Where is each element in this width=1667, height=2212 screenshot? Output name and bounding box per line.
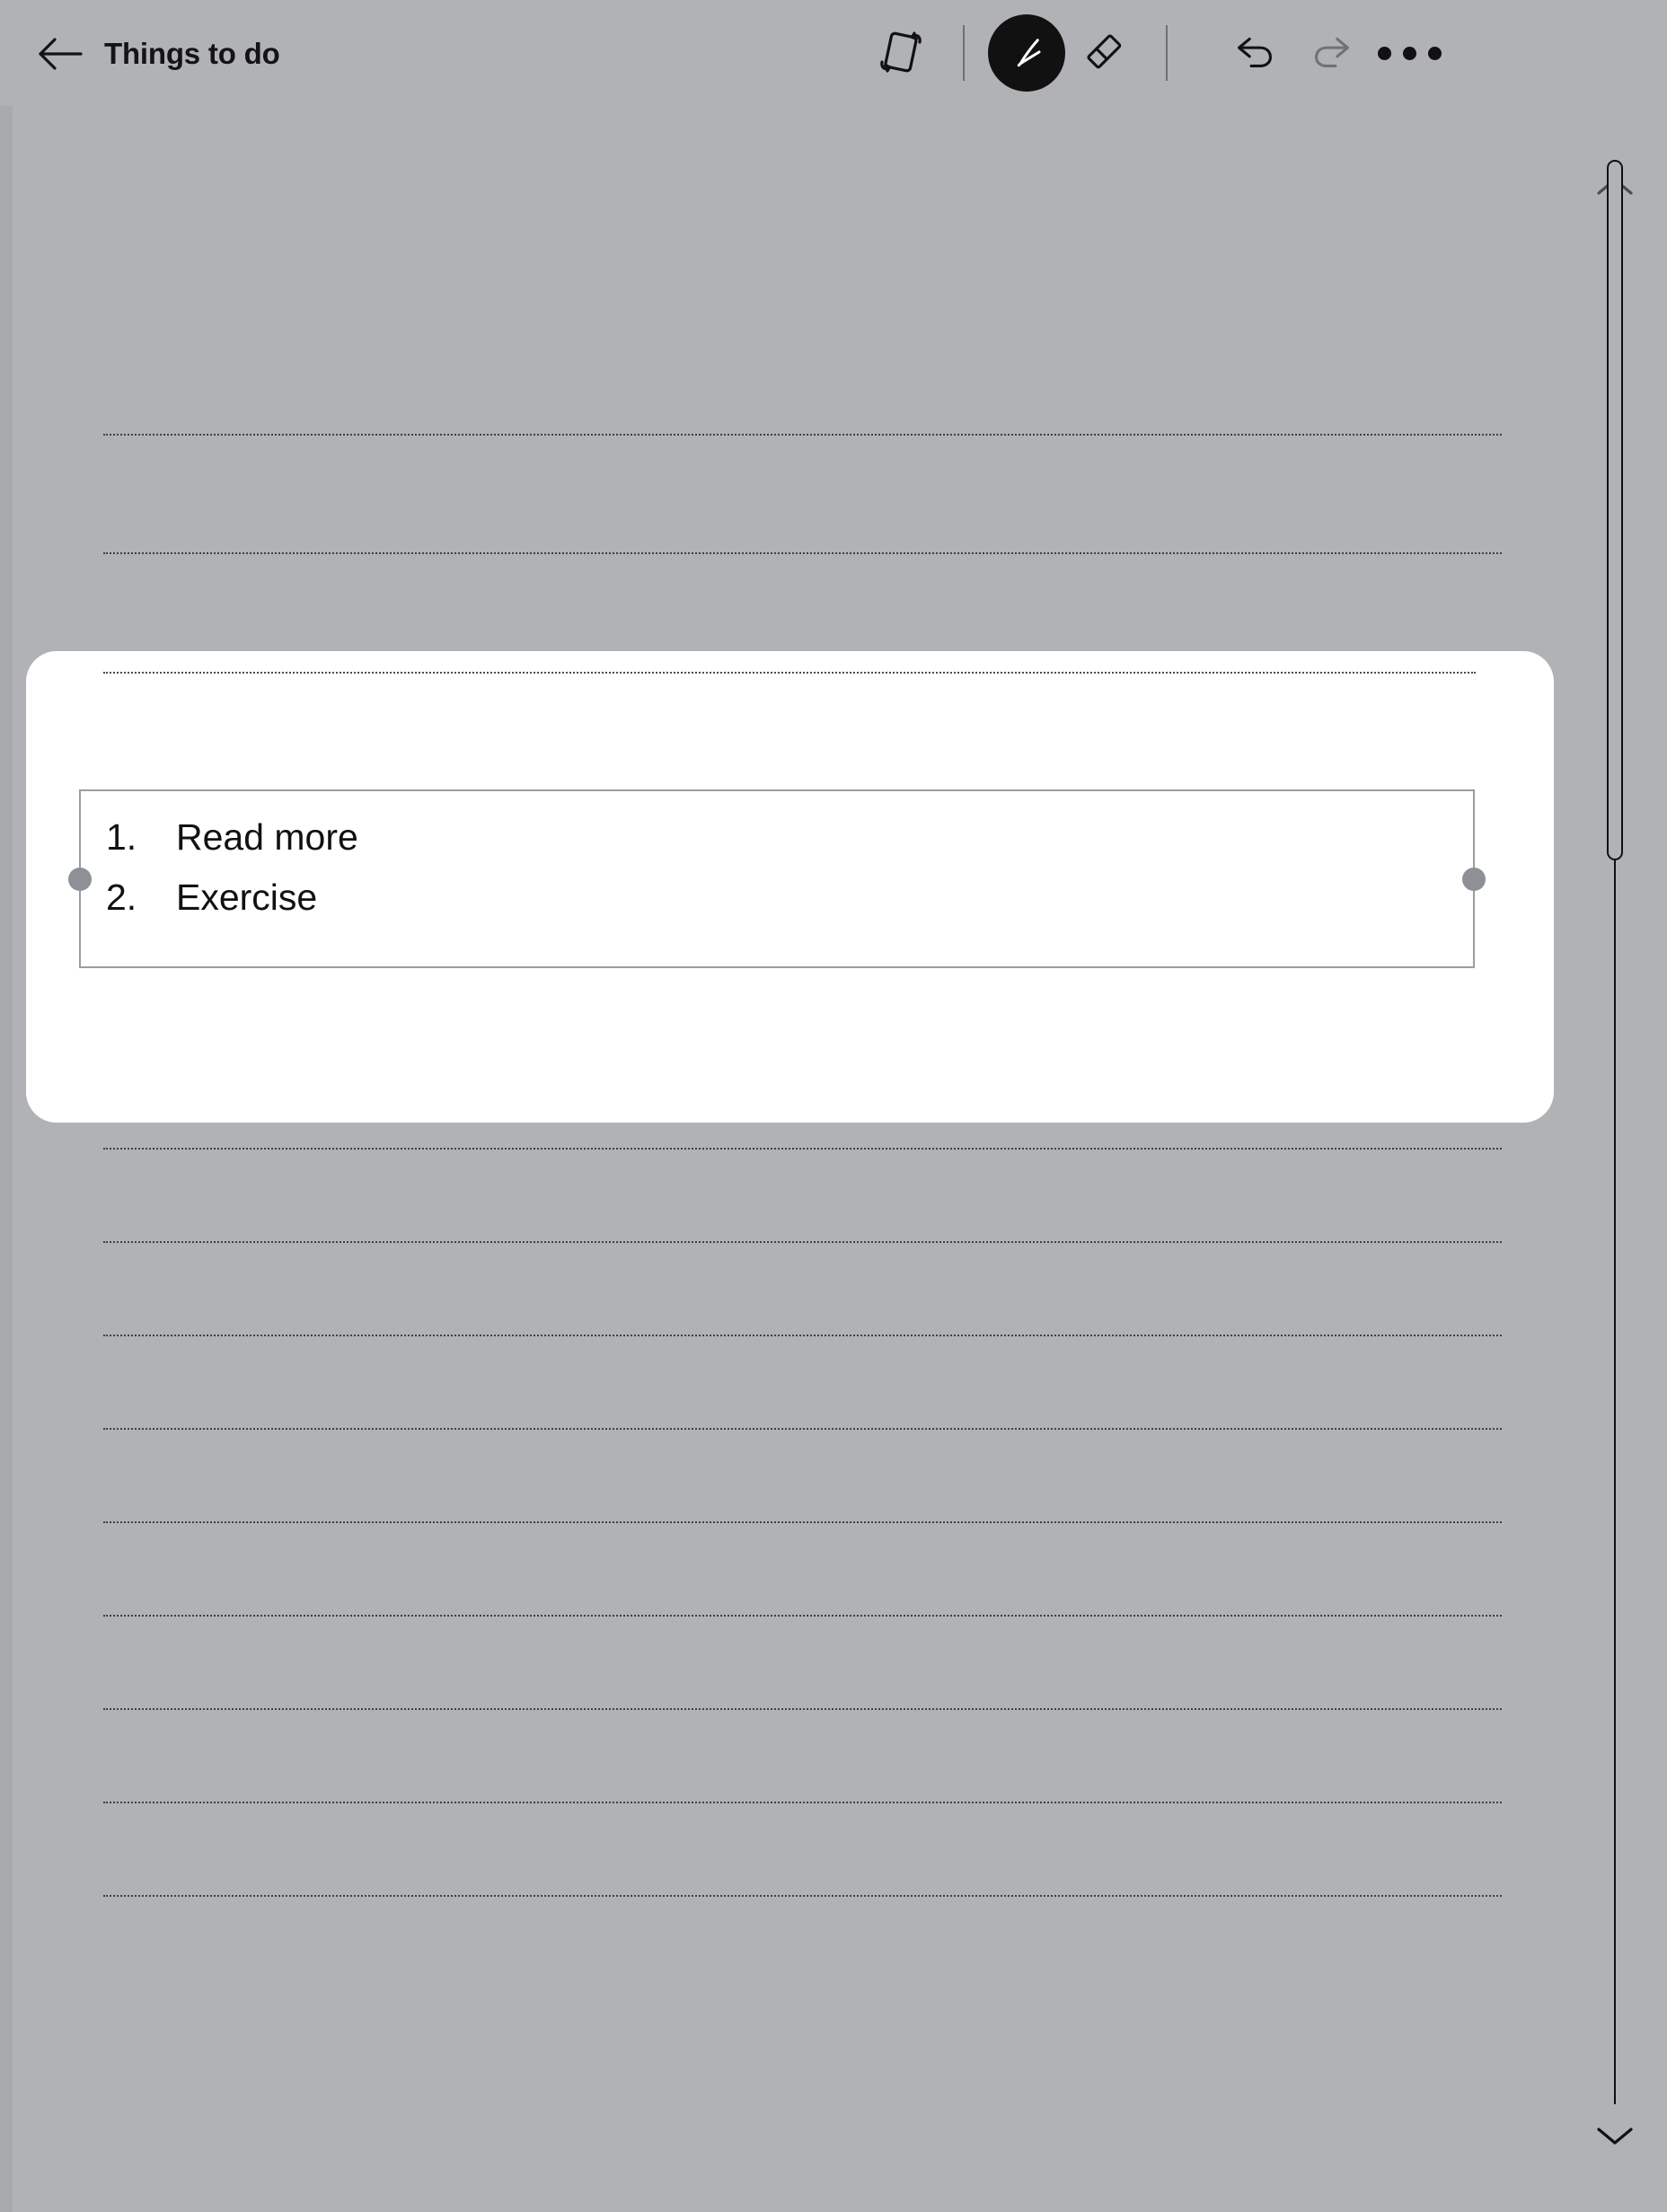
redo-button[interactable] — [1293, 14, 1371, 92]
ruled-line — [103, 1335, 1502, 1336]
more-options-button[interactable] — [1371, 14, 1448, 92]
notebook-page[interactable] — [0, 106, 1563, 2212]
ruled-line — [103, 1708, 1502, 1710]
chevron-down-icon[interactable] — [1594, 2122, 1636, 2149]
toolbar-left-group: Things to do — [38, 36, 280, 72]
ruled-line-on-card — [103, 672, 1476, 674]
ruled-line — [103, 1241, 1502, 1243]
list-item-text: Exercise — [176, 877, 318, 918]
redo-icon — [1304, 23, 1360, 84]
scrollbar[interactable] — [1563, 106, 1667, 2212]
list-item[interactable]: 1. Read more — [106, 816, 358, 877]
back-arrow-icon[interactable] — [38, 36, 84, 72]
ruled-line — [103, 1148, 1502, 1150]
selection-handle-left[interactable] — [68, 867, 92, 891]
rotate-page-icon — [872, 22, 930, 84]
scroll-thumb[interactable] — [1607, 160, 1623, 860]
pen-tool-button[interactable] — [988, 14, 1065, 92]
rotate-page-button[interactable] — [862, 14, 939, 92]
undo-button[interactable] — [1216, 14, 1293, 92]
toolbar-divider-2 — [1166, 25, 1168, 81]
list-item-number: 1. — [106, 816, 137, 858]
toolbar-divider-1 — [963, 25, 965, 81]
more-options-icon — [1427, 46, 1442, 60]
pen-icon — [1001, 26, 1052, 81]
eraser-icon — [1076, 23, 1132, 84]
text-selection-box[interactable]: 1. Read more 2. Exercise — [68, 789, 1486, 968]
list-item-number: 2. — [106, 877, 137, 918]
converted-text-card[interactable]: 1. Read more 2. Exercise — [26, 651, 1554, 1123]
ruled-line — [103, 552, 1502, 554]
ruled-line — [103, 1615, 1502, 1617]
page-title: Things to do — [104, 37, 280, 70]
list-item[interactable]: 2. Exercise — [106, 877, 358, 937]
top-toolbar: Things to do — [0, 0, 1667, 106]
undo-icon — [1227, 23, 1283, 84]
list-item-text: Read more — [176, 816, 358, 858]
ruled-line — [103, 1428, 1502, 1430]
eraser-tool-button[interactable] — [1065, 14, 1142, 92]
ordered-list: 1. Read more 2. Exercise — [106, 816, 358, 937]
selection-handle-right[interactable] — [1462, 867, 1486, 891]
ruled-line — [103, 1521, 1502, 1523]
ruled-line — [103, 1802, 1502, 1803]
ruled-line — [103, 1895, 1502, 1897]
more-options-icon — [1402, 46, 1416, 60]
toolbar-tool-group — [862, 0, 1448, 106]
more-options-icon — [1377, 46, 1391, 60]
ruled-line — [103, 434, 1502, 436]
